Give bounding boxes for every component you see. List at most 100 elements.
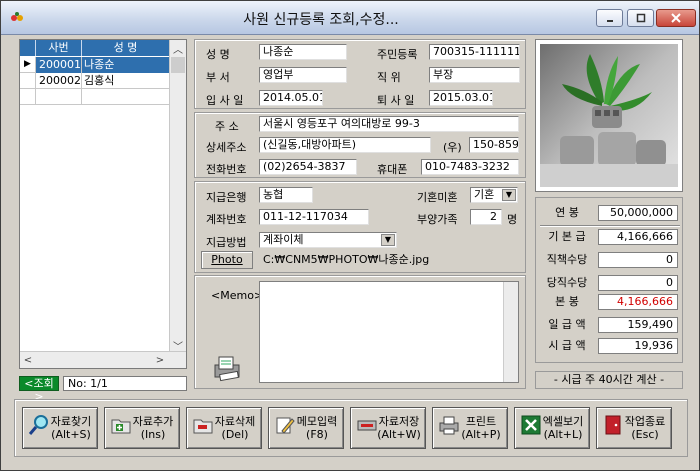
- night-label: 당직수당: [546, 276, 588, 289]
- photo-path-field: C:₩CNM5₩PHOTO₩나종순.jpg: [259, 252, 519, 268]
- hourly-note: - 시급 주 40시간 계산 -: [535, 371, 683, 389]
- rrn-label: 주민등록: [377, 48, 418, 61]
- add-record-button[interactable]: 자료추가 (Ins): [104, 407, 180, 449]
- cell-id[interactable]: 200001: [36, 57, 82, 73]
- search-button-shortcut: (Alt+S): [51, 428, 91, 441]
- address-field[interactable]: 서울시 영등포구 여의대방로 99-3: [259, 116, 519, 132]
- grid-horizontal-scrollbar[interactable]: < >: [20, 351, 186, 368]
- mobile-label: 휴대폰: [377, 163, 408, 176]
- scroll-thumb[interactable]: [171, 57, 185, 73]
- delete-record-button[interactable]: 자료삭제 (Del): [186, 407, 262, 449]
- grid-col-id[interactable]: 사번: [36, 40, 82, 56]
- marital-select[interactable]: 기혼 ▼: [470, 187, 518, 203]
- scroll-right-icon[interactable]: >: [152, 352, 168, 368]
- delete-record-shortcut: (Del): [221, 428, 249, 441]
- memo-scrollbar[interactable]: [503, 282, 518, 382]
- method-select[interactable]: 계좌이체 ▼: [259, 232, 397, 248]
- hourly-row: 시 급 액 19,936: [542, 338, 678, 354]
- table-row-empty[interactable]: [20, 89, 170, 105]
- grid-header: 사번 성 명: [20, 40, 170, 56]
- duty-field[interactable]: 0: [598, 252, 678, 268]
- night-field[interactable]: 0: [598, 275, 678, 291]
- add-record-label: 자료추가: [132, 415, 174, 428]
- phone-field[interactable]: (02)2654-3837: [259, 159, 357, 175]
- window-title: 사원 신규등록 조회,수정...: [243, 12, 399, 28]
- duty-label: 직책수당: [546, 253, 588, 266]
- grid-col-name[interactable]: 성 명: [82, 40, 170, 56]
- exit-button[interactable]: 작업종료 (Esc): [596, 407, 672, 449]
- excel-view-shortcut: (Alt+L): [543, 428, 583, 441]
- table-row[interactable]: 200002 김홍식: [20, 73, 170, 89]
- retire-date-field[interactable]: 2015.03.01: [429, 90, 493, 106]
- bank-label: 지급은행: [206, 191, 247, 204]
- phone-label: 전화번호: [206, 163, 247, 176]
- employee-grid[interactable]: 사번 성 명 ▶ 200001 나종순 200002 김홍식 ︿ ﹀ < >: [19, 39, 187, 369]
- night-row: 당직수당 0: [542, 275, 678, 291]
- employee-window: 사원 신규등록 조회,수정... 사번 성 명 ▶ 200001 나종순 200…: [0, 0, 700, 471]
- chevron-down-icon[interactable]: ▼: [502, 189, 516, 201]
- add-record-shortcut: (Ins): [140, 428, 166, 441]
- minimize-button[interactable]: [596, 9, 623, 27]
- name-label: 성 명: [206, 48, 230, 61]
- cell-name[interactable]: 김홍식: [82, 73, 170, 89]
- hire-date-field[interactable]: 2014.05.01: [259, 90, 323, 106]
- print-shortcut: (Alt+P): [461, 428, 501, 441]
- cell-name[interactable]: [82, 89, 170, 105]
- scroll-left-icon[interactable]: <: [20, 352, 36, 368]
- daily-label: 일 급 액: [548, 318, 586, 331]
- pay-row: 본 봉 4,166,666: [542, 294, 678, 310]
- memo-textarea[interactable]: [259, 281, 519, 383]
- cell-id[interactable]: 200002: [36, 73, 82, 89]
- photo-button[interactable]: Photo: [201, 251, 253, 269]
- row-indicator: [20, 89, 36, 105]
- excel-view-button[interactable]: 엑셀보기 (Alt+L): [514, 407, 590, 449]
- record-count: No: 1/1: [63, 376, 187, 391]
- plant-photo-image: [540, 44, 678, 187]
- detail-address-field[interactable]: (신길동,대방아파트): [259, 137, 431, 153]
- daily-field: 159,490: [598, 317, 678, 333]
- close-button[interactable]: [656, 9, 696, 27]
- close-icon: [671, 13, 681, 23]
- dependents-field[interactable]: 2: [470, 209, 502, 225]
- cell-id[interactable]: [36, 89, 82, 105]
- search-button[interactable]: 자료찾기 (Alt+S): [22, 407, 98, 449]
- hourly-field: 19,936: [598, 338, 678, 354]
- grid-vertical-scrollbar[interactable]: ︿ ﹀: [169, 40, 186, 353]
- title-bar: 사원 신규등록 조회,수정...: [1, 1, 699, 35]
- row-marker-icon: ▶: [20, 57, 36, 73]
- cell-name[interactable]: 나종순: [82, 57, 170, 73]
- base-row: 기 본 급 4,166,666: [542, 229, 678, 245]
- query-status-badge: <조회>: [19, 376, 59, 403]
- chevron-down-icon[interactable]: ▼: [381, 234, 395, 246]
- detail-address-label: 상세주소: [206, 141, 247, 154]
- position-field[interactable]: 부장: [429, 67, 520, 83]
- hourly-label: 시 급 액: [548, 339, 586, 352]
- print-label: 프린트: [465, 415, 497, 428]
- table-row[interactable]: ▶ 200001 나종순: [20, 57, 170, 73]
- save-button[interactable]: 자료저장 (Alt+W): [350, 407, 426, 449]
- dept-field[interactable]: 영업부: [259, 67, 347, 83]
- pay-field: 4,166,666: [598, 294, 678, 310]
- scroll-up-icon[interactable]: ︿: [170, 40, 186, 56]
- memo-printer-icon: [214, 356, 240, 382]
- rrn-field[interactable]: 700315-111111: [429, 44, 520, 60]
- print-button[interactable]: 프린트 (Alt+P): [432, 407, 508, 449]
- excel-view-label: 엑셀보기: [542, 415, 584, 428]
- duty-row: 직책수당 0: [542, 252, 678, 268]
- save-label: 자료저장: [378, 415, 420, 428]
- marital-label: 기혼미혼: [417, 191, 458, 204]
- mobile-field[interactable]: 010-7483-3232: [421, 159, 519, 175]
- annual-field[interactable]: 50,000,000: [598, 205, 678, 221]
- maximize-button[interactable]: [627, 9, 654, 27]
- bank-field[interactable]: 농협: [259, 187, 313, 203]
- memo-input-button[interactable]: 메모입력 (F8): [268, 407, 344, 449]
- name-field[interactable]: 나종순: [259, 44, 347, 60]
- maximize-icon: [636, 13, 645, 23]
- zip-field[interactable]: 150-859: [469, 137, 519, 153]
- dependents-unit: 명: [507, 213, 518, 226]
- base-field[interactable]: 4,166,666: [598, 229, 678, 245]
- account-field[interactable]: 011-12-117034: [259, 209, 369, 225]
- base-label: 기 본 급: [548, 230, 586, 243]
- annual-row: 연 봉 50,000,000: [542, 205, 678, 221]
- exit-label: 작업종료: [624, 415, 666, 428]
